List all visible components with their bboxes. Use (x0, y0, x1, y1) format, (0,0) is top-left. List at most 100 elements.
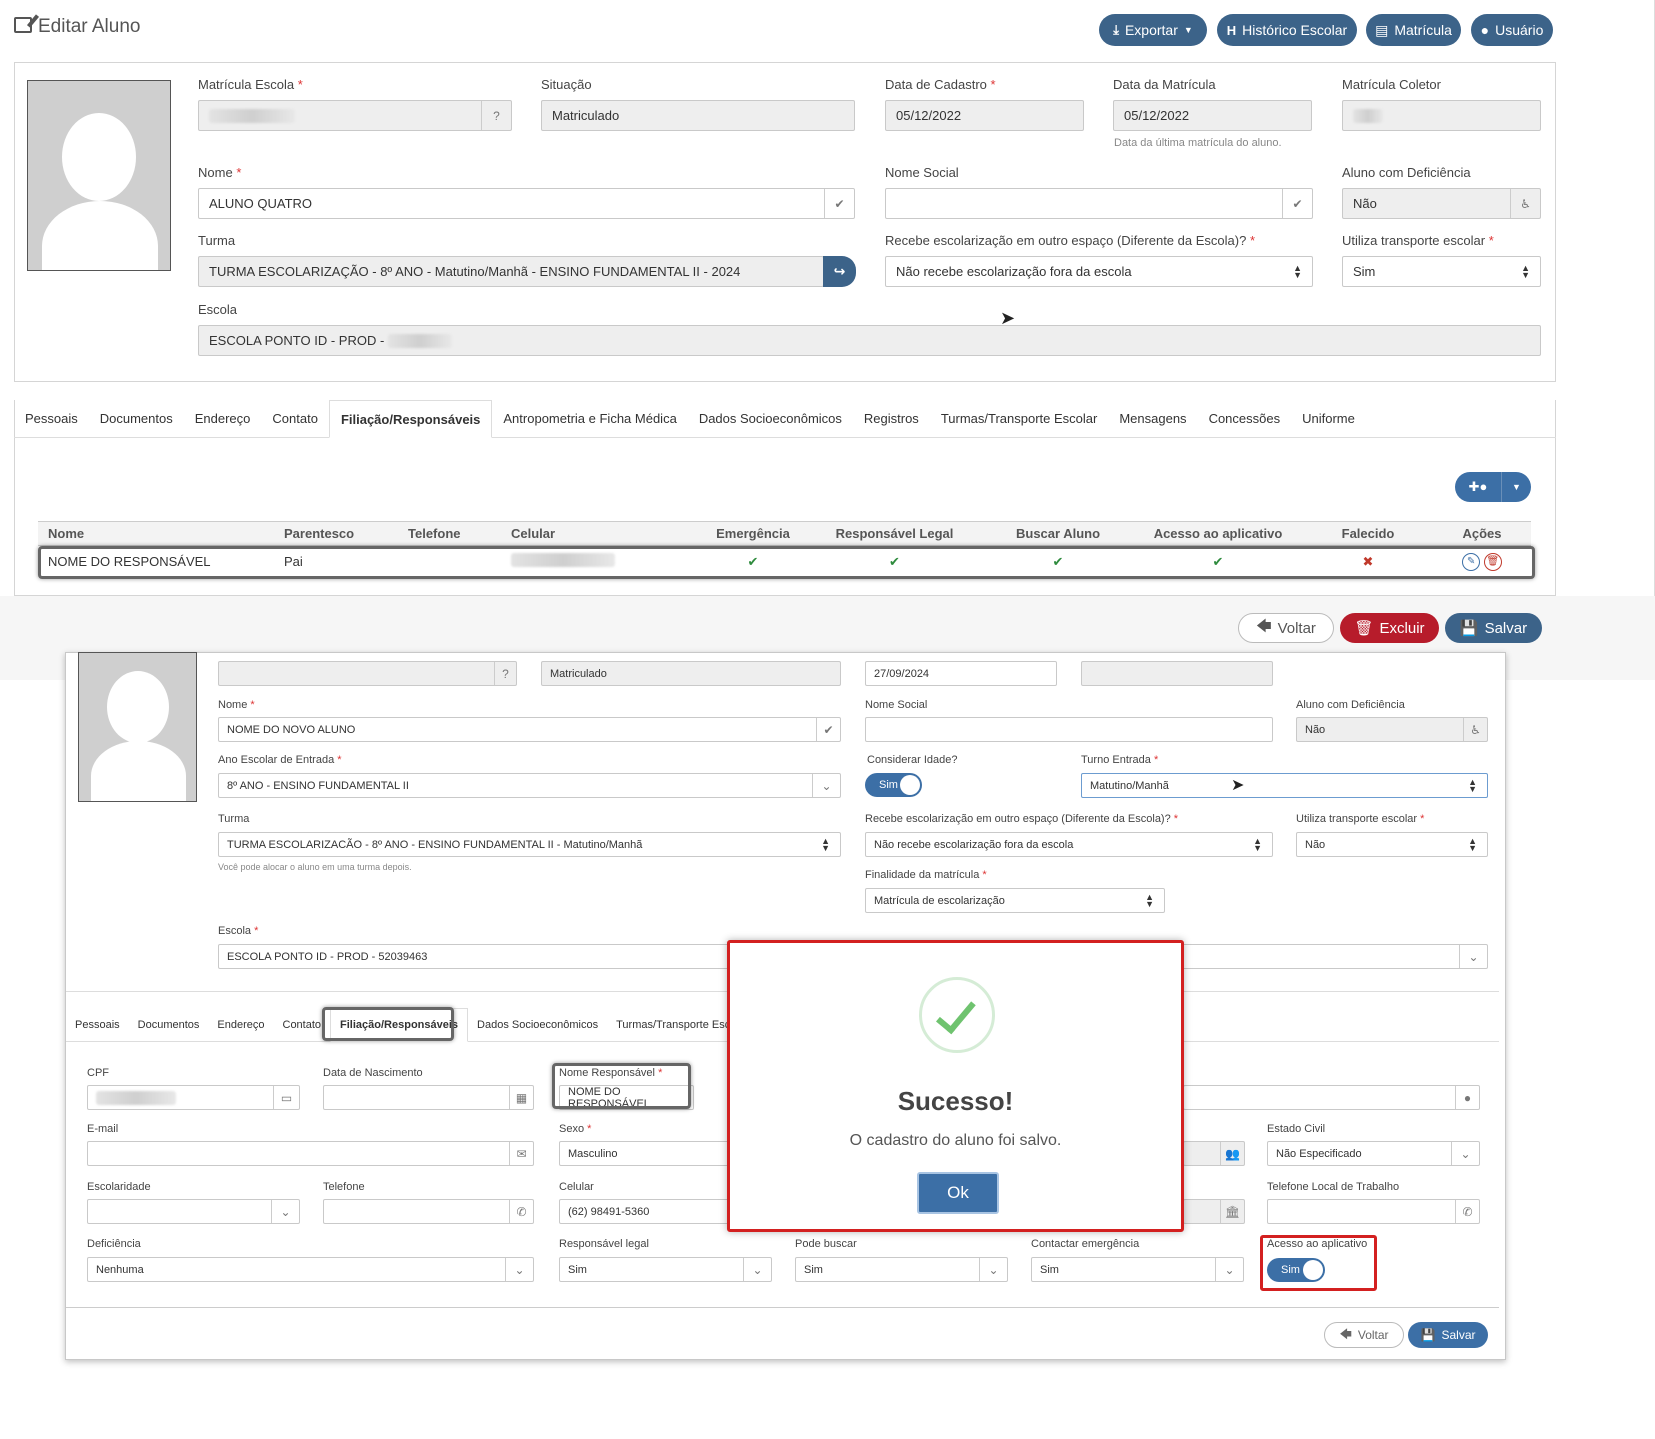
matricula-escola-label: Matrícula Escola * (198, 77, 303, 92)
nome-field[interactable]: NOME DO NOVO ALUNO ✔ (218, 717, 841, 742)
email-field[interactable]: ✉ (87, 1141, 534, 1166)
salvar-button[interactable]: 💾 Salvar (1445, 613, 1542, 643)
tab-endereco[interactable]: Endereço (184, 400, 262, 437)
escolarizacao-select[interactable]: Não recebe escolarização fora da escola ▲… (865, 832, 1273, 857)
column-header: Nome (38, 521, 284, 546)
bank-field[interactable]: 🏛 (1183, 1199, 1245, 1224)
envelope-icon: ✉ (509, 1142, 533, 1165)
turno-select[interactable]: Matutino/Manhã ▲ ▼ (1081, 773, 1488, 798)
matricula-escola-field[interactable]: ? (198, 100, 512, 131)
acesso-app-highlight (1260, 1235, 1377, 1291)
deficiencia-resp-select[interactable]: Nenhuma ⌄ (87, 1257, 534, 1282)
edit-icon (14, 17, 32, 33)
data-nascimento-field[interactable]: ▦ (323, 1085, 534, 1110)
turma-select[interactable]: TURMA ESCOLARIZACÃO - 8º ANO - ENSINO FU… (218, 832, 841, 857)
grupo-field[interactable]: 👥 (1183, 1141, 1245, 1166)
data-cadastro-field[interactable]: 05/12/2022 (885, 100, 1084, 131)
tab-pessoais[interactable]: Pessoais (14, 400, 89, 437)
tab-contato[interactable]: Contato (261, 400, 329, 437)
tab-dados-socioeconomicos[interactable]: Dados Socioeconômicos (468, 1008, 607, 1041)
chevron-down-icon: ⌄ (1451, 1142, 1479, 1165)
check-icon: ✔ (824, 189, 854, 218)
tab-registros[interactable]: Registros (853, 400, 930, 437)
sort-icon: ▲ ▼ (1468, 835, 1477, 853)
chevron-down-icon: ⌄ (1215, 1258, 1243, 1281)
salvar-button[interactable]: 💾 Salvar (1408, 1322, 1488, 1348)
add-user-icon[interactable]: ✚● (1455, 472, 1501, 502)
help-icon[interactable]: ? (494, 662, 516, 685)
emergencia-select[interactable]: Sim ⌄ (1031, 1257, 1244, 1282)
caret-down-icon: ▼ (1183, 25, 1193, 35)
cpf-field[interactable]: ▭ (87, 1085, 300, 1110)
transporte-select[interactable]: Não ▲ ▼ (1296, 832, 1488, 857)
deficiencia-resp-label: Deficiência (87, 1238, 141, 1250)
column-header: Emergência (700, 521, 806, 546)
column-header: Falecido (1303, 521, 1433, 546)
escola-field[interactable]: ESCOLA PONTO ID - PROD - (198, 325, 1541, 356)
tab-documentos[interactable]: Documentos (89, 400, 184, 437)
sexo-select[interactable]: Masculino (559, 1141, 739, 1166)
floppy-icon: 💾 (1459, 620, 1479, 637)
responsavel-extra-field[interactable]: ● (1183, 1085, 1480, 1110)
download-icon: ⤓ (1113, 22, 1119, 37)
data-matricula-field[interactable] (1081, 661, 1273, 686)
column-header: Buscar Aluno (983, 521, 1133, 546)
tab-mensagens[interactable]: Mensagens (1108, 400, 1197, 437)
export-button[interactable]: ⤓ Exportar ▼ (1099, 14, 1207, 46)
ano-select[interactable]: 8º ANO - ENSINO FUNDAMENTAL II ⌄ (218, 773, 841, 798)
add-responsavel-button-group[interactable]: ✚● ▼ (1455, 472, 1531, 502)
deficiencia-field[interactable]: Não ♿ (1342, 188, 1541, 219)
tab-filiacao-responsaveis[interactable]: Filiação/Responsáveis (328, 400, 493, 438)
matricula-coletor-label: Matrícula Coletor (1342, 77, 1441, 92)
tab-antropometria-e-ficha-medica[interactable]: Antropometria e Ficha Médica (492, 400, 687, 437)
pode-buscar-select[interactable]: Sim ⌄ (795, 1257, 1008, 1282)
help-icon[interactable]: ? (481, 101, 511, 130)
column-header: Celular (511, 521, 700, 546)
ok-button[interactable]: Ok (917, 1172, 999, 1214)
escolarizacao-label: Recebe escolarização em outro espaço (Di… (885, 233, 1255, 248)
escolaridade-select[interactable]: ⌄ (87, 1199, 300, 1224)
turma-field[interactable]: TURMA ESCOLARIZAÇÃO - 8º ANO - Matutino/… (198, 256, 824, 287)
deficiencia-field[interactable]: Não ♿ (1296, 717, 1488, 742)
tab-uniforme[interactable]: Uniforme (1291, 400, 1366, 437)
nome-label: Nome * (218, 699, 255, 711)
sexo-label: Sexo * (559, 1123, 592, 1135)
finalidade-select[interactable]: Matrícula de escolarização ▲ ▼ (865, 888, 1165, 913)
considerar-idade-label: Considerar Idade? (867, 754, 958, 766)
nome-field[interactable]: ALUNO QUATRO ✔ (198, 188, 855, 219)
data-cadastro-label: Data de Cadastro * (885, 77, 996, 92)
data-matricula-field[interactable]: 05/12/2022 (1113, 100, 1312, 131)
data-cadastro-field[interactable]: 27/09/2024 (865, 661, 1057, 686)
transporte-select[interactable]: Sim ▲ ▼ (1342, 256, 1541, 287)
nome-social-field[interactable] (865, 717, 1273, 742)
celular-field[interactable]: (62) 98491-5360 (559, 1199, 739, 1224)
tab-documentos[interactable]: Documentos (129, 1008, 209, 1041)
voltar-button[interactable]: 🡄 Voltar (1238, 613, 1334, 643)
check-icon: ✔ (1282, 189, 1312, 218)
column-header: Acesso ao aplicativo (1133, 521, 1303, 546)
escolarizacao-select[interactable]: Não recebe escolarização fora da escola ▲… (885, 256, 1313, 287)
excluir-button[interactable]: 🗑 Excluir (1340, 613, 1439, 643)
tab-turmas-transporte-escolar[interactable]: Turmas/Transporte Escolar (930, 400, 1109, 437)
telefone-field[interactable]: ✆ (323, 1199, 534, 1224)
matricula-button[interactable]: ▤ Matrícula (1366, 14, 1461, 46)
tab-dados-socioeconomicos[interactable]: Dados Socioeconômicos (688, 400, 853, 437)
tab-concessoes[interactable]: Concessões (1198, 400, 1292, 437)
matricula-coletor-field[interactable] (1342, 100, 1541, 131)
tab-endereco[interactable]: Endereço (208, 1008, 273, 1041)
nome-social-field[interactable]: ✔ (885, 188, 1313, 219)
historico-escolar-button[interactable]: H Histórico Escolar (1217, 14, 1357, 46)
usuario-button[interactable]: ● Usuário (1471, 14, 1553, 46)
share-icon[interactable]: ↪ (823, 256, 856, 287)
resp-legal-select[interactable]: Sim ⌄ (559, 1257, 772, 1282)
caret-down-icon[interactable]: ▼ (1501, 472, 1531, 502)
matricula-escola-field[interactable]: ? (218, 661, 517, 686)
tab-bar: Pessoais Documentos Endereço Contato Filiaçã… (14, 400, 1556, 438)
page-title: Editar Aluno (14, 16, 140, 38)
tab-pessoais[interactable]: Pessoais (66, 1008, 129, 1041)
estado-civil-select[interactable]: Não Especificado ⌄ (1267, 1141, 1480, 1166)
tel-trabalho-field[interactable]: ✆ (1267, 1199, 1480, 1224)
voltar-button[interactable]: 🡄 Voltar (1324, 1322, 1404, 1348)
arrow-left-icon: 🡄 (1256, 617, 1272, 635)
considerar-idade-toggle[interactable]: Sim (865, 773, 922, 797)
